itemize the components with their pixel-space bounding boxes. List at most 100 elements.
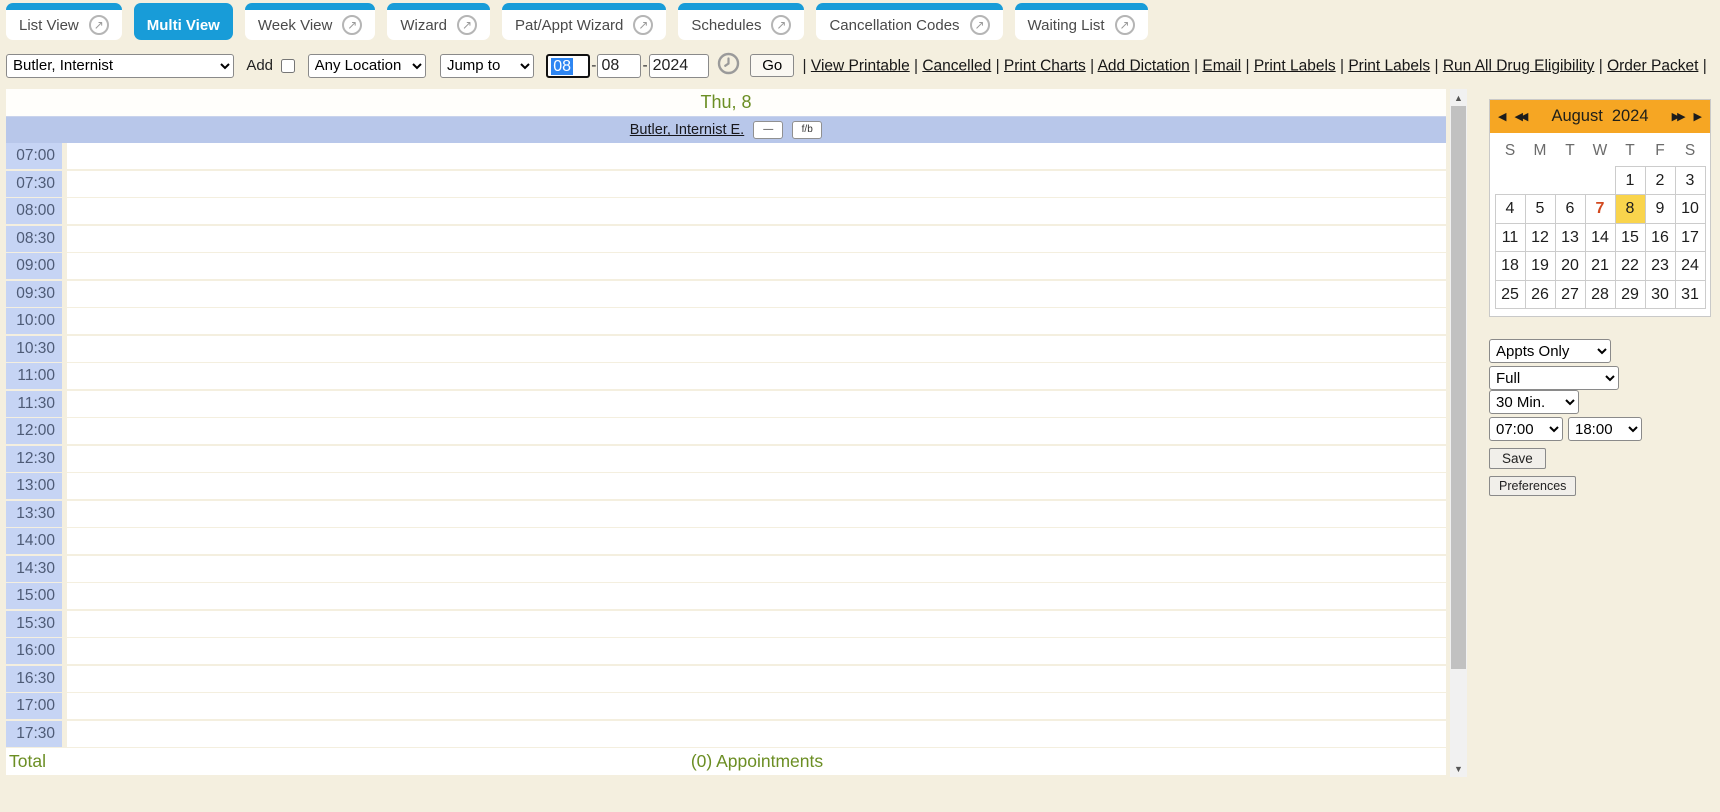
provider-select[interactable]: Butler, Internist (6, 54, 234, 78)
time-label[interactable]: 07:00 (6, 143, 62, 169)
start-time-select[interactable]: 07:00 (1489, 417, 1563, 441)
calendar-day-22[interactable]: 22 (1615, 252, 1645, 281)
calendar-day-1[interactable]: 1 (1615, 166, 1645, 195)
calendar-day-29[interactable]: 29 (1615, 280, 1645, 309)
calendar-day-10[interactable]: 10 (1675, 195, 1705, 224)
calendar-day-14[interactable]: 14 (1585, 223, 1615, 252)
time-label[interactable]: 10:00 (6, 308, 62, 334)
appointment-slot[interactable] (67, 473, 1446, 499)
open-new-window-icon[interactable]: ↗ (633, 15, 653, 35)
calendar-day-28[interactable]: 28 (1585, 280, 1615, 309)
calendar-day-26[interactable]: 26 (1525, 280, 1555, 309)
preferences-button[interactable]: Preferences (1489, 476, 1576, 496)
tab-cancellation-codes[interactable]: Cancellation Codes↗ (816, 3, 1002, 40)
interval-select[interactable]: 30 Min. (1489, 390, 1579, 414)
appointment-slot[interactable] (67, 171, 1446, 197)
time-label[interactable]: 16:00 (6, 638, 62, 664)
calendar-day-13[interactable]: 13 (1555, 223, 1585, 252)
provider-link[interactable]: Butler, Internist E. (630, 122, 744, 138)
appointment-slot[interactable] (67, 501, 1446, 527)
open-new-window-icon[interactable]: ↗ (1115, 15, 1135, 35)
link-print-labels[interactable]: Print Labels (1348, 57, 1430, 74)
appointment-slot[interactable] (67, 721, 1446, 747)
calendar-day-11[interactable]: 11 (1495, 223, 1525, 252)
date-day-input[interactable]: 08 (597, 54, 641, 78)
free-busy-button[interactable]: f/b (792, 121, 822, 139)
link-order-packet[interactable]: Order Packet (1607, 57, 1698, 74)
appointment-slot[interactable] (67, 556, 1446, 582)
appointment-slot[interactable] (67, 281, 1446, 307)
calendar-day-9[interactable]: 9 (1645, 195, 1675, 224)
time-label[interactable]: 08:30 (6, 226, 62, 252)
appointment-slot[interactable] (67, 253, 1446, 279)
calendar-day-5[interactable]: 5 (1525, 195, 1555, 224)
calendar-day-16[interactable]: 16 (1645, 223, 1675, 252)
size-select[interactable]: Full (1489, 366, 1619, 390)
time-label[interactable]: 09:30 (6, 281, 62, 307)
end-time-select[interactable]: 18:00 (1568, 417, 1642, 441)
appointment-slot[interactable] (67, 143, 1446, 169)
time-label[interactable]: 15:30 (6, 611, 62, 637)
tab-waiting-list[interactable]: Waiting List↗ (1015, 3, 1148, 40)
calendar-day-7[interactable]: 7 (1585, 195, 1615, 224)
tab-multi-view[interactable]: Multi View (134, 3, 233, 40)
link-print-charts[interactable]: Print Charts (1004, 57, 1086, 74)
view-mode-select[interactable]: Appts Only (1489, 339, 1611, 363)
date-month-input[interactable]: 08 (546, 54, 590, 78)
prev-month-icon[interactable]: ◀ (1498, 110, 1506, 123)
time-label[interactable]: 17:30 (6, 721, 62, 747)
time-label[interactable]: 16:30 (6, 666, 62, 692)
scroll-up-icon[interactable]: ▲ (1450, 89, 1467, 106)
time-label[interactable]: 11:00 (6, 363, 62, 389)
appointment-slot[interactable] (67, 528, 1446, 554)
calendar-day-19[interactable]: 19 (1525, 252, 1555, 281)
appointment-slot[interactable] (67, 336, 1446, 362)
calendar-day-24[interactable]: 24 (1675, 252, 1705, 281)
time-label[interactable]: 12:30 (6, 446, 62, 472)
time-label[interactable]: 10:30 (6, 336, 62, 362)
time-label[interactable]: 08:00 (6, 198, 62, 224)
appointment-slot[interactable] (67, 446, 1446, 472)
next-year-icon[interactable]: ▶▶ (1672, 110, 1683, 123)
link-add-dictation[interactable]: Add Dictation (1098, 57, 1190, 74)
appointment-slot[interactable] (67, 638, 1446, 664)
link-email[interactable]: Email (1202, 57, 1241, 74)
appointment-slot[interactable] (67, 611, 1446, 637)
prev-year-icon[interactable]: ◀◀ (1514, 110, 1525, 123)
add-checkbox[interactable] (281, 59, 295, 73)
open-new-window-icon[interactable]: ↗ (771, 15, 791, 35)
appointment-slot[interactable] (67, 391, 1446, 417)
calendar-day-15[interactable]: 15 (1615, 223, 1645, 252)
go-button[interactable]: Go (750, 54, 794, 77)
calendar-day-12[interactable]: 12 (1525, 223, 1555, 252)
time-label[interactable]: 14:30 (6, 556, 62, 582)
open-new-window-icon[interactable]: ↗ (970, 15, 990, 35)
date-year-input[interactable]: 2024 (649, 54, 709, 78)
calendar-day-8[interactable]: 8 (1615, 195, 1645, 224)
open-new-window-icon[interactable]: ↗ (342, 15, 362, 35)
appointment-slot[interactable] (67, 198, 1446, 224)
calendar-day-4[interactable]: 4 (1495, 195, 1525, 224)
appointment-slot[interactable] (67, 666, 1446, 692)
appointment-slot[interactable] (67, 308, 1446, 334)
link-cancelled[interactable]: Cancelled (922, 57, 991, 74)
appointment-slot[interactable] (67, 418, 1446, 444)
vertical-scrollbar[interactable]: ▲ ▼ (1450, 89, 1467, 777)
calendar-day-21[interactable]: 21 (1585, 252, 1615, 281)
time-label[interactable]: 11:30 (6, 391, 62, 417)
time-label[interactable]: 07:30 (6, 171, 62, 197)
jump-to-select[interactable]: Jump to (440, 54, 534, 78)
tab-week-view[interactable]: Week View↗ (245, 3, 375, 40)
calendar-day-20[interactable]: 20 (1555, 252, 1585, 281)
calendar-day-27[interactable]: 27 (1555, 280, 1585, 309)
calendar-day-30[interactable]: 30 (1645, 280, 1675, 309)
time-label[interactable]: 12:00 (6, 418, 62, 444)
appointment-slot[interactable] (67, 363, 1446, 389)
next-month-icon[interactable]: ▶ (1694, 110, 1702, 123)
link-run-all-drug-eligibility[interactable]: Run All Drug Eligibility (1443, 57, 1595, 74)
open-new-window-icon[interactable]: ↗ (89, 15, 109, 35)
time-label[interactable]: 14:00 (6, 528, 62, 554)
calendar-day-25[interactable]: 25 (1495, 280, 1525, 309)
time-label[interactable]: 13:30 (6, 501, 62, 527)
calendar-day-31[interactable]: 31 (1675, 280, 1705, 309)
